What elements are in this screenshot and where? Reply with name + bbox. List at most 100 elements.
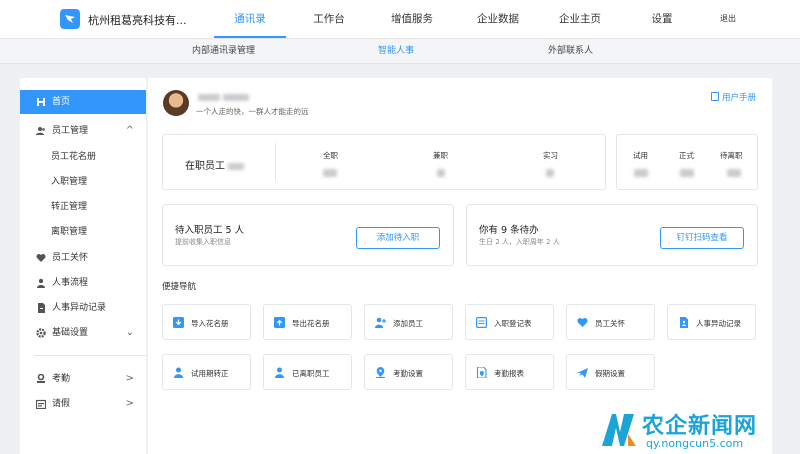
sidebar-item-onboarding[interactable]: 入职管理	[20, 170, 146, 194]
user-manual-label: 用户手册	[721, 93, 756, 103]
sidebar-item-hr-change-record[interactable]: 人事异动记录	[20, 296, 146, 320]
sidebar-item-label: 基础设置	[52, 328, 89, 338]
sidebar-item-label: 员工管理	[52, 126, 89, 136]
subnav-smart-hr[interactable]: 智能人事	[378, 39, 414, 63]
avatar[interactable]	[163, 90, 189, 116]
stat-value-blurred	[437, 169, 445, 177]
divider	[275, 143, 276, 181]
main-content: 一个人走的快，一群人才能走的远 用户手册 在职员工 全职 兼职 实习 试用 正式…	[148, 78, 772, 454]
shortcut-export-roster[interactable]: 导出花名册	[263, 304, 352, 340]
company-name[interactable]: 杭州租葛亮科技有...	[88, 12, 187, 28]
on-duty-count-blurred	[228, 162, 245, 170]
subnav-internal-contacts[interactable]: 内部通讯录管理	[192, 39, 255, 63]
add-pending-onboarding-button[interactable]: 添加待入职	[356, 227, 440, 249]
sidebar-item-basic-settings[interactable]: 基础设置 ⌄	[20, 321, 146, 345]
shortcut-label: 人事异动记录	[696, 319, 741, 328]
stat-full-time: 全职	[323, 151, 338, 160]
shortcut-label: 假期设置	[595, 369, 625, 378]
shortcut-probation-regularization[interactable]: 试用期转正	[162, 354, 251, 390]
pending-onboarding-subtitle: 提前收集入职信息	[175, 238, 231, 246]
shortcuts-title: 便捷导航	[162, 282, 197, 292]
sidebar: 首页 员工管理 ^ 员工花名册 入职管理 转正管理 离职管理 员工关怀 人事流程…	[20, 78, 146, 454]
logout-link[interactable]: 退出	[712, 0, 744, 38]
sidebar-divider	[34, 355, 146, 356]
sidebar-item-regularization[interactable]: 转正管理	[20, 195, 146, 219]
export-icon	[274, 317, 285, 328]
stat-value-blurred	[634, 169, 648, 177]
chevron-right-icon: >	[125, 373, 134, 384]
shortcut-leave-settings[interactable]: 假期设置	[566, 354, 655, 390]
shortcut-label: 考勤设置	[393, 369, 423, 378]
leave-icon	[36, 399, 46, 409]
sidebar-item-hr-process[interactable]: 人事流程	[20, 271, 146, 295]
shortcut-resigned-employees[interactable]: 已离职员工	[263, 354, 352, 390]
sidebar-item-label: 请假	[52, 399, 71, 409]
sidebar-item-employee-management[interactable]: 员工管理 ^	[20, 119, 146, 143]
sidebar-item-employee-care[interactable]: 员工关怀	[20, 246, 146, 270]
user-name-blurred	[198, 94, 258, 102]
nav-settings[interactable]: 设置	[640, 0, 684, 38]
shortcut-label: 入职登记表	[494, 319, 532, 328]
shortcut-import-roster[interactable]: 导入花名册	[162, 304, 251, 340]
shortcut-label: 导入花名册	[191, 319, 229, 328]
pending-onboarding-panel: 待入职员工 5 人 提前收集入职信息 添加待入职	[162, 204, 454, 266]
sidebar-item-home[interactable]: 首页	[20, 90, 146, 114]
stat-part-time: 兼职	[433, 151, 448, 160]
nav-enterprise-homepage[interactable]: 企业主页	[548, 0, 612, 38]
plane-icon	[577, 368, 588, 378]
shortcut-onboarding-form[interactable]: 入职登记表	[465, 304, 554, 340]
stat-probation: 试用	[633, 151, 648, 160]
shortcut-hr-change-record[interactable]: 人事异动记录	[667, 304, 756, 340]
sidebar-item-attendance[interactable]: 考勤 >	[20, 367, 146, 391]
chevron-down-icon: ⌄	[125, 327, 134, 338]
user-manual-link[interactable]: 用户手册	[710, 91, 756, 103]
heart-icon	[36, 254, 46, 262]
watermark-logo-icon	[602, 414, 636, 446]
shortcut-label: 添加员工	[393, 319, 423, 328]
shortcut-attendance-settings[interactable]: 考勤设置	[364, 354, 453, 390]
subnav-external-contacts[interactable]: 外部联系人	[548, 39, 593, 63]
stat-value-blurred	[680, 169, 694, 177]
stat-value-blurred	[727, 169, 741, 177]
stat-value-blurred	[323, 169, 337, 177]
watermark: 农企新闻网 qy.nongcun5.com	[598, 408, 798, 454]
chevron-up-icon: ^	[125, 125, 134, 136]
nav-enterprise-data[interactable]: 企业数据	[466, 0, 530, 38]
shortcut-employee-care[interactable]: 员工关怀	[566, 304, 655, 340]
attendance-icon	[37, 374, 45, 383]
heart-icon	[577, 318, 588, 327]
shortcut-label: 导出花名册	[292, 319, 330, 328]
shortcut-add-employee[interactable]: 添加员工	[364, 304, 453, 340]
home-icon	[37, 98, 45, 106]
sidebar-item-label: 入职管理	[51, 177, 88, 187]
on-duty-employees[interactable]: 在职员工	[185, 157, 245, 172]
nav-value-added-services[interactable]: 增值服务	[380, 0, 444, 38]
scan-dingtalk-button[interactable]: 钉钉扫码查看	[660, 227, 744, 249]
shortcut-attendance-report[interactable]: 考勤报表	[465, 354, 554, 390]
dingtalk-logo-icon[interactable]	[60, 9, 80, 29]
sidebar-item-roster[interactable]: 员工花名册	[20, 145, 146, 169]
user-motto: 一个人走的快，一群人才能走的远	[196, 107, 309, 116]
nav-contacts[interactable]: 通讯录	[214, 0, 286, 38]
gear-icon	[36, 328, 46, 338]
book-icon	[710, 92, 719, 101]
sidebar-item-label: 员工花名册	[51, 152, 97, 162]
sidebar-item-label: 考勤	[52, 374, 71, 384]
shortcut-label: 员工关怀	[595, 319, 625, 328]
sidebar-item-label: 员工关怀	[52, 253, 89, 263]
location-icon	[376, 367, 385, 378]
shortcut-label: 考勤报表	[494, 369, 524, 378]
chevron-right-icon: >	[125, 398, 134, 409]
record-icon	[680, 317, 688, 328]
stat-regular: 正式	[679, 151, 694, 160]
shortcut-label: 试用期转正	[191, 369, 229, 378]
nav-workbench[interactable]: 工作台	[300, 0, 358, 38]
stat-pending-leave: 待离职	[720, 151, 743, 160]
sidebar-item-label: 转正管理	[51, 202, 88, 212]
todo-subtitle: 生日 2 人，入职周年 2 人	[479, 238, 560, 246]
sidebar-item-leave[interactable]: 请假 >	[20, 392, 146, 416]
on-duty-label: 在职员工	[185, 161, 225, 172]
record-icon	[38, 303, 45, 313]
sidebar-item-resignation[interactable]: 离职管理	[20, 220, 146, 244]
watermark-text: 农企新闻网	[642, 414, 758, 439]
